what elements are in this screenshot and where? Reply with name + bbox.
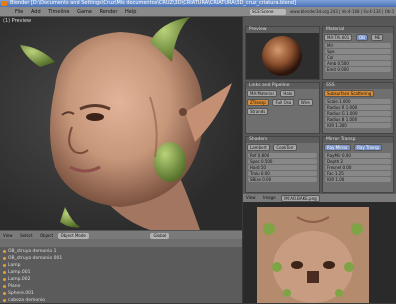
texture-unwrap: [257, 207, 369, 303]
outliner-row[interactable]: Lamp.002: [0, 276, 242, 283]
material-link-field[interactable]: MA:Material: [247, 90, 277, 97]
sss-panel-title: SSS: [323, 83, 393, 89]
image-editor-header: View Image IM:AO.BAKE.png: [243, 194, 396, 202]
link-me-button[interactable]: ME: [371, 34, 384, 41]
specular-shader-dropdown[interactable]: CookTorr: [273, 144, 297, 151]
3d-viewport[interactable]: [0, 17, 242, 230]
preview-panel: Preview: [245, 26, 320, 80]
shaders-panel-title: Shaders: [246, 137, 319, 143]
ref-slider[interactable]: Ref 0.800: [248, 153, 317, 158]
menu-add[interactable]: Add: [28, 7, 44, 17]
image-menu-view[interactable]: View: [243, 194, 259, 202]
menu-game[interactable]: Game: [74, 7, 95, 17]
wire-button[interactable]: Wire: [297, 99, 313, 106]
spe-slider[interactable]: Spe: [325, 49, 391, 54]
raymir-slider[interactable]: RayMir 0.00: [325, 153, 391, 158]
baked-texture-image: [257, 207, 369, 303]
sss-panel: SSS Subsurface Scattering Scale 1.000 Ra…: [322, 82, 394, 134]
blender-logo-icon: [1, 1, 7, 6]
outliner: OB_struya demonio 1 OB_struya demonio 00…: [0, 239, 242, 303]
tralu-slider[interactable]: Tralu 0.00: [248, 171, 317, 176]
mesh-icon: [3, 285, 6, 288]
viewport-menu-view[interactable]: View: [0, 233, 16, 238]
window-title-bar: Blender [D:\Documents and Settings\Cruz\…: [0, 0, 396, 7]
fac-slider[interactable]: Fac 1.25: [325, 171, 391, 176]
menu-help[interactable]: Help: [122, 7, 139, 17]
mesh-icon: [3, 299, 6, 302]
strands-button[interactable]: Strands: [247, 108, 269, 115]
viewport-menu-object[interactable]: Object: [37, 233, 56, 238]
ztransp-button[interactable]: ZTransp: [247, 99, 269, 106]
viewport-label: (1) Preview: [3, 18, 32, 24]
sss-radius-b-field[interactable]: Radius B 1.000: [325, 117, 391, 122]
shaders-panel: Shaders Lambert CookTorr Ref 0.800 Spec …: [245, 136, 320, 193]
menu-list: File Add Timeline Game Render Help: [12, 7, 139, 17]
material-preview-sphere: [246, 33, 319, 79]
mesh-icon: [3, 292, 6, 295]
mir-slider[interactable]: Mir: [325, 43, 391, 48]
image-name-field[interactable]: IM:AO.BAKE.png: [281, 195, 320, 202]
mirror-transp-panel: Mirror Transp Ray Mirror Ray Transp RayM…: [322, 136, 394, 193]
viewport-menu-select[interactable]: Select: [17, 233, 35, 238]
outliner-row[interactable]: Sphere.001: [0, 290, 242, 297]
subsurface-scattering-toggle[interactable]: Subsurface Scattering: [324, 90, 375, 97]
mirror-panel-title: Mirror Transp: [323, 137, 393, 143]
window-title: Blender [D:\Documents and Settings\Cruz\…: [10, 0, 297, 6]
emit-slider[interactable]: Emit 0.000: [325, 67, 391, 72]
ior-slider[interactable]: IOR 1.00: [325, 177, 391, 182]
viewport-header: View Select Object Object Mode Global: [0, 230, 242, 239]
outliner-row[interactable]: Lamp.001: [0, 269, 242, 276]
ray-transp-toggle[interactable]: Ray Transp: [354, 144, 383, 151]
ray-mirror-toggle[interactable]: Ray Mirror: [324, 144, 351, 151]
scene-stats: www.blender3d.org 243 | Ve:4-168 | Fa:4-…: [290, 9, 394, 14]
lamp-icon: [3, 278, 6, 281]
material-panel: Material MA:TAl.001 OB ME Mir Spe Col Am…: [322, 26, 394, 80]
menu-timeline[interactable]: Timeline: [45, 7, 72, 17]
menu-file[interactable]: File: [12, 7, 26, 17]
scene-selector[interactable]: SCE:Scene: [250, 9, 286, 15]
menu-render[interactable]: Render: [97, 7, 121, 17]
link-ob-button[interactable]: OB: [355, 34, 368, 41]
image-menu-image[interactable]: Image: [260, 194, 279, 202]
mirror-depth-field[interactable]: Depth 2: [325, 159, 391, 164]
sss-scale-field[interactable]: Scale 1.000: [325, 99, 391, 104]
lamp-icon: [3, 271, 6, 274]
sbias-slider[interactable]: SBias 0.00: [248, 177, 317, 182]
col-slider[interactable]: Col: [325, 55, 391, 60]
halo-button[interactable]: Halo: [280, 90, 296, 97]
creature-head-render: [20, 17, 232, 230]
outliner-row[interactable]: OB_struya demonio 001: [0, 255, 242, 262]
full-osa-button[interactable]: Full Osa: [272, 99, 295, 106]
outliner-header: [0, 239, 242, 247]
sss-radius-g-field[interactable]: Radius G 1.000: [325, 111, 391, 116]
hard-slider[interactable]: Hard 50: [248, 165, 317, 170]
amb-slider[interactable]: Amb 0.500: [325, 61, 391, 66]
fresnel-slider[interactable]: Fresnel 0.00: [325, 165, 391, 170]
material-name-field[interactable]: MA:TAl.001: [324, 34, 353, 41]
cheek-horn-icon: [154, 142, 186, 182]
object-icon: [3, 250, 6, 253]
links-pipeline-panel: Links and Pipeline MA:Material Halo ZTra…: [245, 82, 320, 134]
object-icon: [3, 257, 6, 260]
material-panel-title: Material: [323, 27, 393, 33]
lamp-icon: [3, 264, 6, 267]
outliner-row[interactable]: OB_struya demonio 1: [0, 248, 242, 255]
sss-ior-field[interactable]: IOR 1.300: [325, 123, 391, 128]
sss-radius-r-field[interactable]: Radius R 1.000: [325, 105, 391, 110]
left-horn-icon: [20, 45, 55, 67]
outliner-row[interactable]: Lamp: [0, 262, 242, 269]
links-panel-title: Links and Pipeline: [246, 83, 319, 89]
spec-slider[interactable]: Spec 0.500: [248, 159, 317, 164]
outliner-row[interactable]: Plane: [0, 283, 242, 290]
diffuse-shader-dropdown[interactable]: Lambert: [247, 144, 270, 151]
